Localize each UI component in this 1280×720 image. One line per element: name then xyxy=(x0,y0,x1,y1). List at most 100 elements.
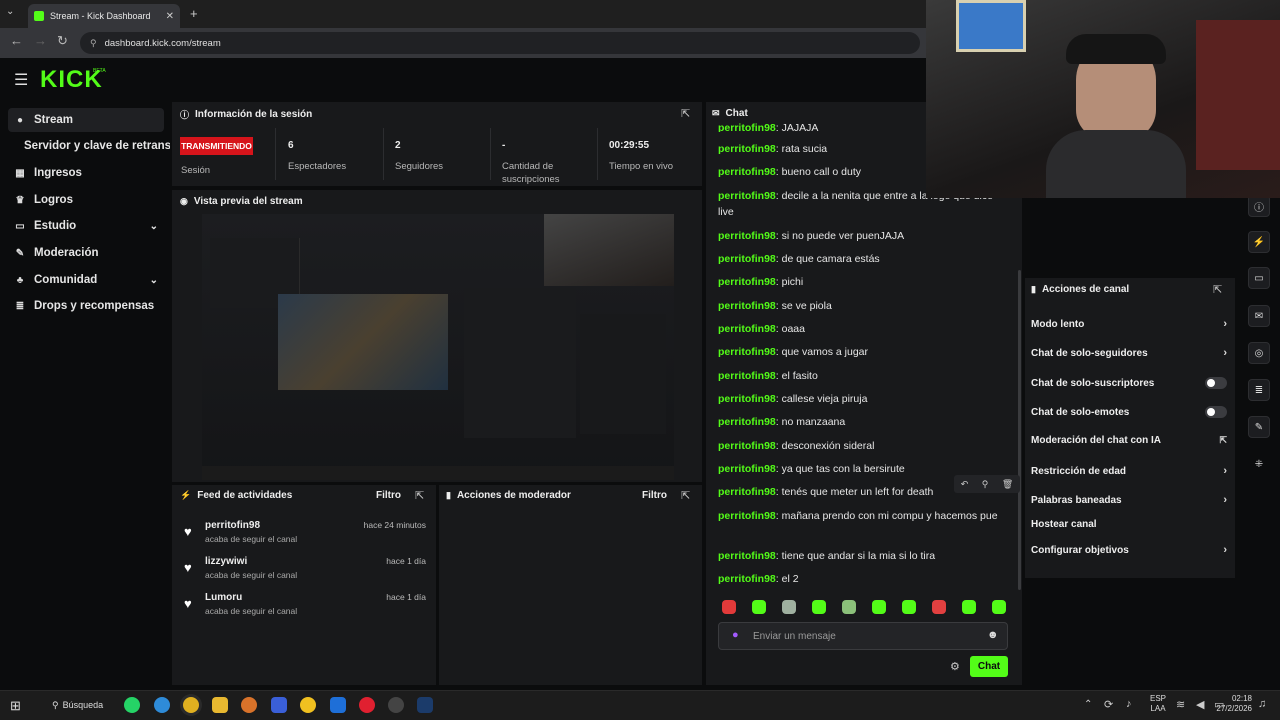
sidebar-item-estudio[interactable]: ▭ Estudio ⌄ xyxy=(8,214,164,238)
followers-only-item[interactable]: Chat de solo-seguidores › xyxy=(1031,347,1227,359)
browser-tab[interactable]: Stream - Kick Dashboard ✕ xyxy=(28,4,180,28)
sidebar-item-stream[interactable]: ● Stream xyxy=(8,108,164,132)
delete-icon[interactable]: 🗑 xyxy=(1002,479,1013,490)
chat-username[interactable]: perritofin98 xyxy=(718,463,776,475)
rail-chat-icon[interactable]: ✉ xyxy=(1248,305,1270,327)
rail-add-icon[interactable]: ⁜ xyxy=(1248,453,1270,475)
url-field[interactable]: ⚲ dashboard.kick.com/stream xyxy=(80,32,920,54)
chat-scrollbar[interactable] xyxy=(1018,270,1021,590)
chat-username[interactable]: perritofin98 xyxy=(718,323,776,335)
banned-words-item[interactable]: Palabras baneadas › xyxy=(1031,494,1227,506)
steam-icon[interactable] xyxy=(417,697,433,713)
send-chat-button[interactable]: Chat xyxy=(970,656,1008,677)
subs-only-toggle[interactable] xyxy=(1205,377,1227,389)
forward-icon[interactable]: → xyxy=(34,33,47,48)
emote-icon[interactable] xyxy=(782,600,796,614)
sidebar-item-logros[interactable]: ♛ Logros xyxy=(8,188,164,212)
reply-icon[interactable]: ↶ xyxy=(961,479,969,490)
chat-username[interactable]: perritofin98 xyxy=(718,300,776,312)
sidebar-item-moderacion[interactable]: ✎ Moderación xyxy=(8,241,164,265)
chat-username[interactable]: perritofin98 xyxy=(718,416,776,428)
language-indicator[interactable]: ESP LAA xyxy=(1150,694,1166,714)
back-icon[interactable]: ← xyxy=(10,33,23,48)
tray-chevron-icon[interactable]: ⌃ xyxy=(1084,699,1092,710)
activity-user[interactable]: lizzywiwi xyxy=(205,556,247,567)
emote-icon[interactable] xyxy=(902,600,916,614)
sidebar-item-drops[interactable]: ≣ Drops y recompensas xyxy=(8,294,164,318)
popout-icon[interactable]: ⇱ xyxy=(681,489,690,502)
emote-icon[interactable] xyxy=(962,600,976,614)
chat-username[interactable]: perritofin98 xyxy=(718,253,776,265)
chat-username[interactable]: perritofin98 xyxy=(718,143,776,155)
chat-username[interactable]: perritofin98 xyxy=(718,550,776,562)
emote-icon[interactable] xyxy=(932,600,946,614)
rail-list-icon[interactable]: ≣ xyxy=(1248,379,1270,401)
slow-mode-item[interactable]: Modo lento › xyxy=(1031,318,1227,330)
edge-icon[interactable] xyxy=(154,697,170,713)
chat-username[interactable]: perritofin98 xyxy=(718,190,776,202)
activity-user[interactable]: Lumoru xyxy=(205,592,242,603)
chat-username[interactable]: perritofin98 xyxy=(718,486,776,498)
popout-icon[interactable]: ⇱ xyxy=(415,489,424,502)
tab-search-icon[interactable]: ⌄ xyxy=(6,6,14,17)
file-explorer-icon[interactable] xyxy=(212,697,228,713)
rail-info-icon[interactable]: ⓘ xyxy=(1248,195,1270,217)
ai-moderation-item[interactable]: Moderación del chat con IA ⇱ xyxy=(1031,435,1227,446)
store-icon[interactable] xyxy=(271,697,287,713)
menu-icon[interactable]: ☰ xyxy=(14,70,28,90)
outlook-icon[interactable] xyxy=(330,697,346,713)
close-tab-icon[interactable]: ✕ xyxy=(166,11,174,22)
gear-icon[interactable]: ⚙ xyxy=(950,660,960,673)
emote-icon[interactable] xyxy=(842,600,856,614)
sidebar-item-ingresos[interactable]: ▦ Ingresos xyxy=(8,161,164,185)
mod-filter-button[interactable]: Filtro xyxy=(642,490,667,501)
chat-username[interactable]: perritofin98 xyxy=(718,393,776,405)
sidebar-item-server-key[interactable]: Servidor y clave de retransm xyxy=(18,134,170,158)
taskbar-search[interactable]: ⚲ Búsqueda xyxy=(46,696,110,714)
age-restriction-item[interactable]: Restricción de edad › xyxy=(1031,465,1227,477)
tray-mic-icon[interactable]: ♪ xyxy=(1126,698,1132,710)
chat-username[interactable]: perritofin98 xyxy=(718,510,776,522)
chrome-icon[interactable] xyxy=(183,697,199,713)
sidebar-item-comunidad[interactable]: ♣ Comunidad ⌄ xyxy=(8,268,164,292)
goals-item[interactable]: Configurar objetivos › xyxy=(1031,544,1227,556)
volume-icon[interactable]: ◀ xyxy=(1196,698,1204,711)
rail-bolt-icon[interactable]: ⚡ xyxy=(1248,231,1270,253)
microphone-icon[interactable]: ● xyxy=(732,629,739,641)
new-tab-icon[interactable]: + xyxy=(190,6,198,21)
media-player-icon[interactable] xyxy=(359,697,375,713)
popout-icon[interactable]: ⇱ xyxy=(1213,283,1222,296)
chat-username[interactable]: perritofin98 xyxy=(718,370,776,382)
clock[interactable]: 02:18 27/2/2026 xyxy=(1216,694,1252,714)
windows-start-icon[interactable]: ⊞ xyxy=(10,698,21,714)
activity-user[interactable]: perritofin98 xyxy=(205,520,260,531)
activity-filter-button[interactable]: Filtro xyxy=(376,490,401,501)
chat-username[interactable]: perritofin98 xyxy=(718,276,776,288)
obs-icon[interactable] xyxy=(388,697,404,713)
site-info-icon[interactable]: ⚲ xyxy=(90,38,97,49)
emote-icon[interactable] xyxy=(872,600,886,614)
rail-wrench-icon[interactable]: ✎ xyxy=(1248,416,1270,438)
chat-username[interactable]: perritofin98 xyxy=(718,122,776,132)
app-icon[interactable] xyxy=(300,697,316,713)
emote-icon[interactable] xyxy=(722,600,736,614)
chat-username[interactable]: perritofin98 xyxy=(718,346,776,358)
pin-icon[interactable]: ⚲ xyxy=(982,479,989,490)
emote-icon[interactable] xyxy=(752,600,766,614)
whatsapp-icon[interactable] xyxy=(124,697,140,713)
emoji-icon[interactable]: ☻ xyxy=(987,629,999,641)
rail-broadcast-icon[interactable]: ◎ xyxy=(1248,342,1270,364)
rail-copy-icon[interactable]: ▭ xyxy=(1248,267,1270,289)
notifications-icon[interactable]: ♫ xyxy=(1258,698,1266,710)
popout-icon[interactable]: ⇱ xyxy=(681,107,690,120)
reload-icon[interactable]: ↻ xyxy=(57,33,68,49)
emote-icon[interactable] xyxy=(992,600,1006,614)
emote-icon[interactable] xyxy=(812,600,826,614)
tray-sync-icon[interactable]: ⟳ xyxy=(1104,698,1113,711)
brave-icon[interactable] xyxy=(241,697,257,713)
stream-preview-video[interactable] xyxy=(202,214,674,480)
host-channel-item[interactable]: Hostear canal xyxy=(1031,519,1227,530)
emotes-only-toggle[interactable] xyxy=(1205,406,1227,418)
chat-username[interactable]: perritofin98 xyxy=(718,166,776,178)
chat-username[interactable]: perritofin98 xyxy=(718,230,776,242)
